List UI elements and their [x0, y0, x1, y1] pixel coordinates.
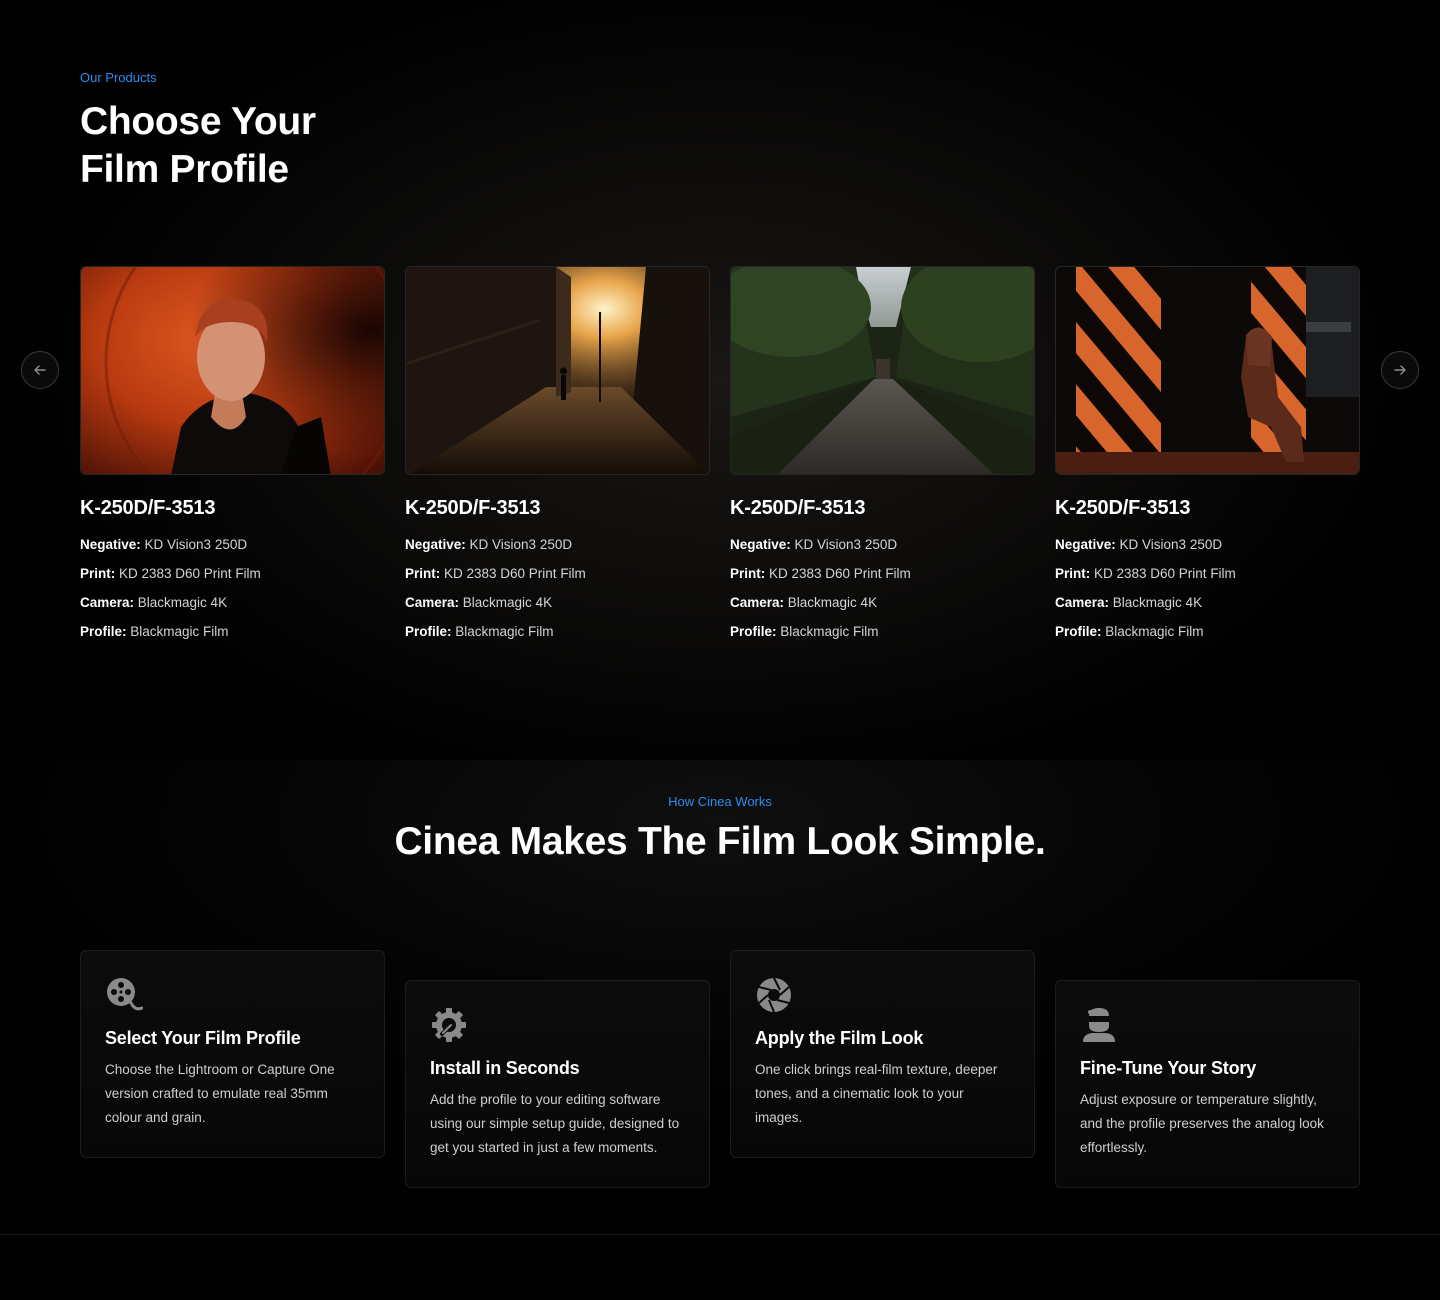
product-card[interactable]: K-250D/F-3513 Negative: KD Vision3 250D …	[1055, 266, 1360, 652]
aperture-icon	[757, 977, 791, 1013]
user-mask-icon	[1083, 1008, 1115, 1042]
spec-camera: Camera: Blackmagic 4K	[730, 595, 878, 610]
film-reel-icon	[107, 978, 143, 1011]
step-description: Add the profile to your editing software…	[430, 1092, 680, 1155]
spec-camera: Camera: Blackmagic 4K	[80, 595, 228, 610]
product-name: K-250D/F-3513	[1055, 497, 1191, 519]
spec-negative: Negative: KD Vision3 250D	[730, 537, 898, 552]
spec-print: Print: KD 2383 D60 Print Film	[1055, 566, 1236, 581]
step-description: Adjust exposure or temperature slightly,…	[1080, 1092, 1324, 1155]
step-card-select: Select Your Film Profile Choose the Ligh…	[80, 950, 385, 1158]
spec-camera: Camera: Blackmagic 4K	[405, 595, 553, 610]
how-title: Cinea Makes The Film Look Simple.	[394, 820, 1046, 863]
step-description: One click brings real-film texture, deep…	[755, 1062, 998, 1125]
spec-print: Print: KD 2383 D60 Print Film	[405, 566, 586, 581]
spec-camera: Camera: Blackmagic 4K	[1055, 595, 1203, 610]
gear-wrench-icon	[432, 1008, 466, 1042]
step-card-finetune: Fine-Tune Your Story Adjust exposure or …	[1055, 980, 1360, 1188]
products-title-line1: Choose Your	[80, 100, 316, 143]
spec-profile: Profile: Blackmagic Film	[405, 624, 554, 639]
spec-negative: Negative: KD Vision3 250D	[80, 537, 248, 552]
spec-negative: Negative: KD Vision3 250D	[1055, 537, 1223, 552]
product-card[interactable]: K-250D/F-3513 Negative: KD Vision3 250D …	[405, 266, 710, 652]
product-specs: Negative: KD Vision3 250D Print: KD 2383…	[730, 536, 1035, 652]
footer-divider	[0, 1234, 1440, 1235]
product-name: K-250D/F-3513	[405, 497, 541, 519]
carousel-prev-button[interactable]	[21, 351, 59, 389]
spec-profile: Profile: Blackmagic Film	[80, 624, 229, 639]
spec-negative: Negative: KD Vision3 250D	[405, 537, 573, 552]
product-specs: Negative: KD Vision3 250D Print: KD 2383…	[80, 536, 385, 652]
spec-profile: Profile: Blackmagic Film	[1055, 624, 1204, 639]
step-title: Fine-Tune Your Story	[1080, 1058, 1257, 1078]
carousel-next-button[interactable]	[1381, 351, 1419, 389]
step-card-apply: Apply the Film Look One click brings rea…	[730, 950, 1035, 1158]
product-specs: Negative: KD Vision3 250D Print: KD 2383…	[1055, 536, 1360, 652]
product-name: K-250D/F-3513	[80, 497, 216, 519]
spec-profile: Profile: Blackmagic Film	[730, 624, 879, 639]
product-image-path[interactable]	[730, 266, 1035, 475]
product-card[interactable]: K-250D/F-3513 Negative: KD Vision3 250D …	[80, 266, 385, 652]
product-card[interactable]: K-250D/F-3513 Negative: KD Vision3 250D …	[730, 266, 1035, 652]
spec-print: Print: KD 2383 D60 Print Film	[80, 566, 261, 581]
step-title: Apply the Film Look	[755, 1028, 924, 1048]
step-title: Select Your Film Profile	[105, 1028, 301, 1048]
product-image-street[interactable]	[405, 266, 710, 475]
arrow-right-icon	[1394, 365, 1406, 375]
products-title: Choose Your Film Profile	[80, 98, 316, 194]
product-name: K-250D/F-3513	[730, 497, 866, 519]
how-eyebrow: How Cinea Works	[668, 794, 772, 809]
product-image-pillar[interactable]	[1055, 266, 1360, 475]
products-eyebrow: Our Products	[80, 70, 157, 85]
product-specs: Negative: KD Vision3 250D Print: KD 2383…	[405, 536, 710, 652]
products-title-line2: Film Profile	[80, 148, 289, 191]
step-card-install: Install in Seconds Add the profile to yo…	[405, 980, 710, 1188]
spec-print: Print: KD 2383 D60 Print Film	[730, 566, 911, 581]
step-title: Install in Seconds	[430, 1058, 580, 1078]
arrow-left-icon	[34, 365, 46, 375]
product-image-portrait[interactable]	[80, 266, 385, 475]
step-description: Choose the Lightroom or Capture One vers…	[105, 1062, 335, 1125]
